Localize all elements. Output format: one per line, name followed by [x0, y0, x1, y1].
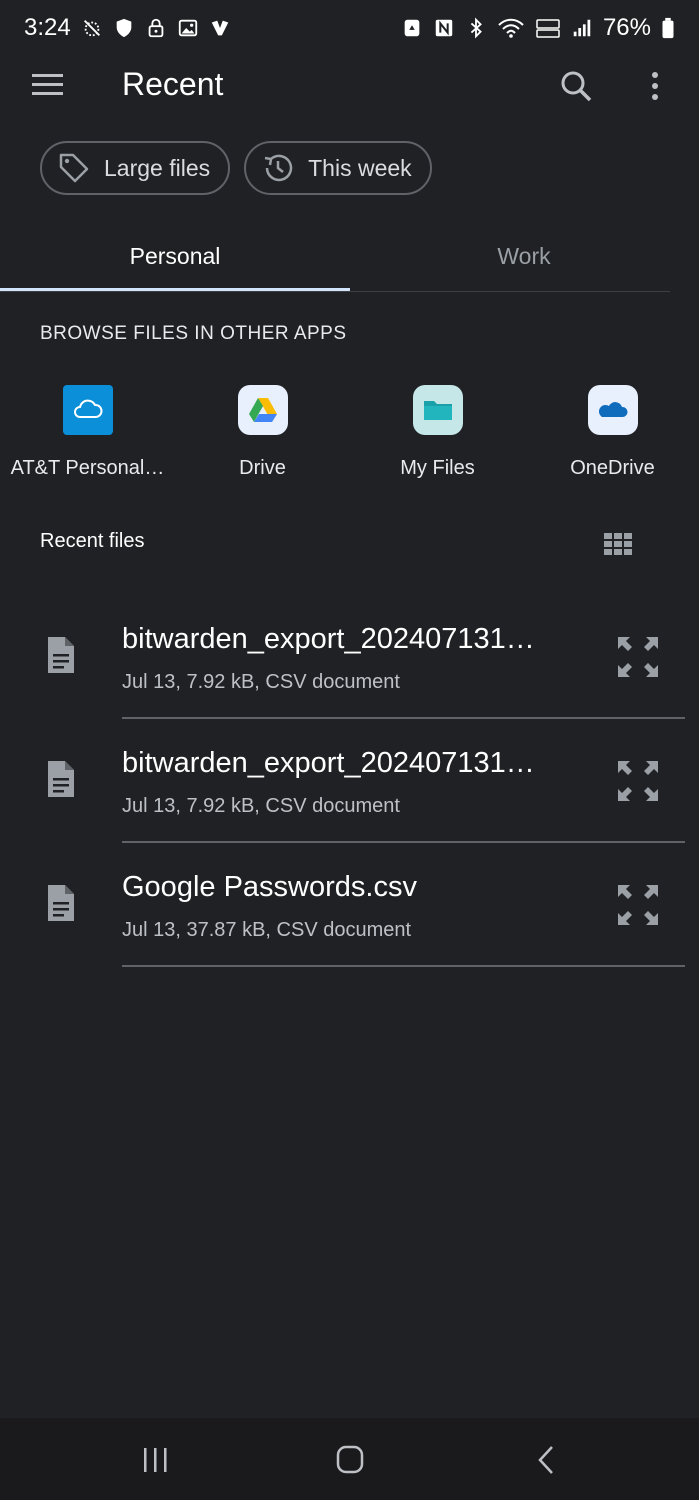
signal-icon: [571, 17, 593, 39]
file-name: bitwarden_export_202407131…: [122, 623, 535, 655]
app-label: OneDrive: [570, 457, 655, 479]
tab-bar: Personal Work: [0, 222, 699, 292]
file-name: bitwarden_export_202407131…: [122, 747, 535, 779]
wifi-icon: [497, 17, 525, 39]
status-bar-right: 76%: [401, 14, 675, 42]
system-navigation-bar: [0, 1418, 699, 1500]
expand-icon[interactable]: [614, 881, 662, 929]
battery-icon: [661, 17, 675, 39]
app-label: Drive: [239, 457, 286, 479]
battery-percent: 76%: [602, 14, 651, 41]
lock-icon: [145, 17, 167, 39]
more-vert-icon[interactable]: [638, 66, 672, 106]
chip-this-week[interactable]: This week: [244, 141, 432, 195]
document-icon: [44, 883, 78, 923]
status-bar-left: 3:24: [24, 14, 231, 42]
file-meta: Jul 13, 7.92 kB, CSV document: [122, 795, 400, 817]
nfc-icon: [433, 17, 455, 39]
status-time: 3:24: [24, 14, 71, 41]
image-icon: [177, 17, 199, 39]
app-label: AT&T Personal…: [10, 457, 165, 479]
tab-indicator: [0, 288, 350, 291]
browse-section-title: BROWSE FILES IN OTHER APPS: [40, 323, 347, 344]
app-my-files[interactable]: My Files: [350, 385, 525, 480]
search-icon[interactable]: [556, 66, 596, 106]
app-label: My Files: [400, 457, 475, 479]
app-onedrive[interactable]: OneDrive: [525, 385, 699, 480]
app-bar: Recent: [0, 56, 699, 116]
shield-icon: [113, 17, 135, 39]
tag-icon: [59, 153, 89, 183]
bluetooth-icon: [465, 17, 487, 39]
browse-apps-row: AT&T Personal… Drive My Files OneDrive: [0, 385, 699, 495]
att-cloud-icon: [62, 385, 113, 435]
back-icon[interactable]: [526, 1442, 566, 1478]
app-drive[interactable]: Drive: [175, 385, 350, 480]
grid-view-icon[interactable]: [602, 528, 634, 560]
file-row[interactable]: bitwarden_export_202407131… Jul 13, 7.92…: [0, 719, 699, 843]
document-icon: [44, 759, 78, 799]
app-att-personal-cloud[interactable]: AT&T Personal…: [0, 385, 175, 480]
recent-files-title: Recent files: [40, 530, 145, 552]
recycle-icon: [401, 17, 423, 39]
file-row[interactable]: bitwarden_export_202407131… Jul 13, 7.92…: [0, 595, 699, 719]
chip-large-files[interactable]: Large files: [40, 141, 231, 195]
file-meta: Jul 13, 7.92 kB, CSV document: [122, 671, 400, 693]
home-icon[interactable]: [330, 1442, 370, 1478]
expand-icon[interactable]: [614, 633, 662, 681]
my-files-folder-icon: [412, 385, 463, 435]
expand-icon[interactable]: [614, 757, 662, 805]
recent-files-list: bitwarden_export_202407131… Jul 13, 7.92…: [0, 595, 699, 967]
tab-work[interactable]: Work: [349, 222, 699, 290]
tab-divider: [0, 291, 670, 292]
chip-label: This week: [308, 154, 412, 181]
hamburger-menu-icon[interactable]: [28, 70, 68, 102]
history-icon: [264, 154, 293, 182]
volte-icon: [535, 17, 561, 39]
chip-label: Large files: [104, 154, 211, 181]
file-meta: Jul 13, 37.87 kB, CSV document: [122, 919, 412, 941]
file-name: Google Passwords.csv: [122, 871, 417, 903]
google-drive-icon: [237, 385, 288, 435]
file-row[interactable]: Google Passwords.csv Jul 13, 37.87 kB, C…: [0, 843, 699, 967]
tab-personal[interactable]: Personal: [0, 222, 350, 290]
document-icon: [44, 635, 78, 675]
filter-chips: Large files This week: [40, 141, 432, 195]
alarm-off-icon: [81, 17, 103, 39]
recent-apps-icon[interactable]: [136, 1442, 176, 1478]
app-notification-icon: [209, 17, 231, 39]
onedrive-icon: [587, 385, 638, 435]
status-bar: 3:24 76%: [0, 0, 699, 56]
row-divider: [122, 965, 685, 967]
page-title: Recent: [122, 66, 224, 102]
